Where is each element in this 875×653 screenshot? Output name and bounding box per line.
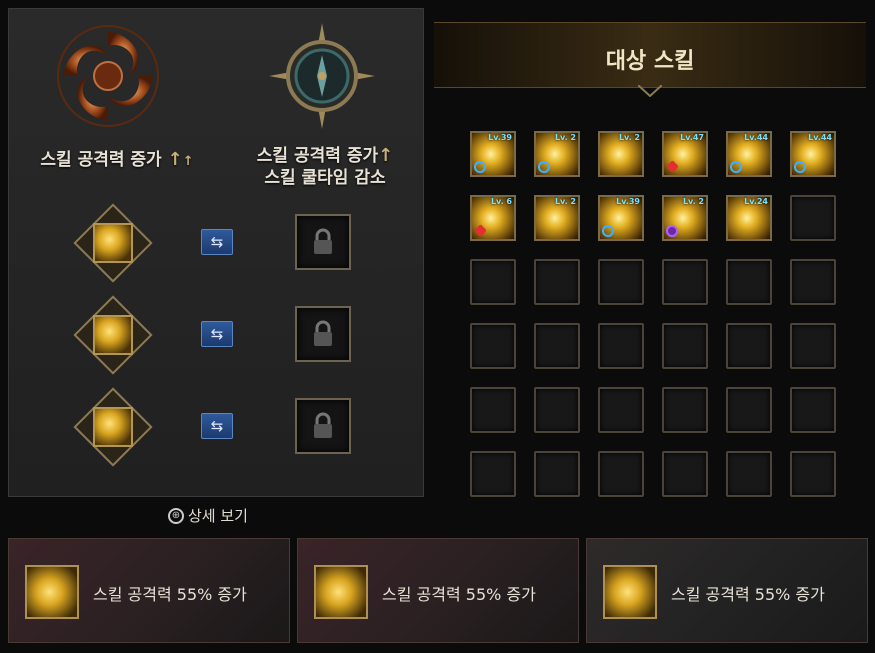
lock-icon [314,228,332,254]
swap-button-2[interactable]: ⇆ [201,321,233,347]
empty-skill-slot[interactable] [726,451,772,497]
skill-level: Lv.44 [744,133,768,142]
empty-skill-slot[interactable] [790,451,836,497]
title1-text: 스킬 공격력 증가 [40,150,162,170]
skill-slot[interactable]: Lv. 2 [534,131,580,177]
empty-skill-slot[interactable] [470,387,516,433]
enchant-slot-1[interactable] [71,201,155,285]
blue-mark-icon [538,161,550,173]
up-arrow-icon: ↑ [378,145,394,166]
skill-level: Lv. 2 [554,197,576,206]
effect-panel-2: 스킬 공격력 55% 증가 [297,538,579,643]
locked-slot-1[interactable] [295,214,351,270]
detail-view-link[interactable]: ⊕ 상세 보기 [168,505,248,526]
skill-effect-icon [25,565,79,619]
skill-level: Lv. 2 [554,133,576,142]
blue-mark-icon [474,161,486,173]
effect-panel-1: 스킬 공격력 55% 증가 [8,538,290,643]
empty-skill-slot[interactable] [790,387,836,433]
skill-attack-cooldown-title: 스킬 공격력 증가↑ 스킬 쿨타임 감소 [235,145,415,189]
skill-level: Lv.39 [488,133,512,142]
skill-slot[interactable]: Lv.44 [726,131,772,177]
skill-icon [93,223,133,263]
chevron-down-icon [638,85,662,97]
skill-level: Lv.44 [808,133,832,142]
blue-mark-icon [794,161,806,173]
empty-skill-slot[interactable] [726,259,772,305]
skill-slot[interactable]: Lv. 2 [662,195,708,241]
skill-effect-icon [603,565,657,619]
swap-button-3[interactable]: ⇆ [201,413,233,439]
skill-attack-increase-title: 스킬 공격력 증가 ↑↑ [17,149,217,173]
target-skill-header: 대상 스킬 [434,22,866,97]
empty-skill-slot[interactable] [470,323,516,369]
skill-level: Lv.39 [616,197,640,206]
empty-skill-slot[interactable] [534,259,580,305]
title2-line2-text: 스킬 쿨타임 감소 [264,168,386,188]
skill-effect-icon [314,565,368,619]
skill-slot[interactable]: Lv.44 [790,131,836,177]
up-arrow-icon: ↑ [167,149,183,170]
effect-text: 스킬 공격력 55% 증가 [93,585,247,604]
purple-mark-icon [666,225,678,237]
skill-icon [93,407,133,447]
swap-button-1[interactable]: ⇆ [201,229,233,255]
effect-panel-3: 스킬 공격력 55% 증가 [586,538,868,643]
skill-level: Lv. 2 [618,133,640,142]
skill-level: Lv. 6 [490,197,512,206]
skill-slot[interactable]: Lv. 2 [598,131,644,177]
skill-level: Lv.24 [744,197,768,206]
red-mark-icon [666,160,679,173]
detail-view-label: 상세 보기 [188,507,248,525]
empty-skill-slot[interactable] [470,259,516,305]
lock-icon [314,412,332,438]
target-skill-title: 대상 스킬 [605,49,695,74]
effect-text: 스킬 공격력 55% 증가 [382,585,536,604]
empty-skill-slot[interactable] [662,259,708,305]
empty-skill-slot[interactable] [534,323,580,369]
empty-skill-slot[interactable] [534,451,580,497]
empty-skill-slot[interactable] [470,451,516,497]
enchant-slot-2[interactable] [71,293,155,377]
red-mark-icon [474,224,487,237]
empty-skill-slot[interactable] [598,387,644,433]
empty-skill-slot[interactable] [534,387,580,433]
blue-mark-icon [602,225,614,237]
empty-skill-slot[interactable] [726,387,772,433]
skill-level: Lv.47 [680,133,704,142]
empty-skill-slot[interactable] [790,195,836,241]
empty-skill-slot[interactable] [598,451,644,497]
empty-skill-slot[interactable] [662,451,708,497]
locked-slot-3[interactable] [295,398,351,454]
empty-skill-slot[interactable] [790,323,836,369]
skill-level: Lv. 2 [682,197,704,206]
effect-text: 스킬 공격력 55% 증가 [671,585,825,604]
skill-icon [93,315,133,355]
empty-skill-slot[interactable] [790,259,836,305]
skill-slot[interactable]: Lv.39 [470,131,516,177]
skill-slot[interactable]: Lv.24 [726,195,772,241]
magnify-plus-icon: ⊕ [168,507,184,524]
title2-line1-text: 스킬 공격력 증가 [256,146,379,166]
empty-skill-slot[interactable] [598,323,644,369]
empty-skill-slot[interactable] [662,387,708,433]
blue-mark-icon [730,161,742,173]
skill-slot[interactable]: Lv. 6 [470,195,516,241]
skill-slot[interactable]: Lv. 2 [534,195,580,241]
enchant-slot-3[interactable] [71,385,155,469]
locked-slot-2[interactable] [295,306,351,362]
empty-skill-slot[interactable] [726,323,772,369]
up-arrow-small-icon: ↑ [182,154,194,169]
empty-skill-slot[interactable] [662,323,708,369]
compass-emblem-icon [269,23,375,129]
enchant-panel: 스킬 공격력 증가 ↑↑ 스킬 공격력 증가↑ 스킬 쿨타임 감소 ⇆ ⇆ ⇆ [8,8,424,497]
lock-icon [314,320,332,346]
skill-slot[interactable]: Lv.39 [598,195,644,241]
flame-swirl-emblem-icon [57,25,159,127]
skill-slot[interactable]: Lv.47 [662,131,708,177]
empty-skill-slot[interactable] [598,259,644,305]
